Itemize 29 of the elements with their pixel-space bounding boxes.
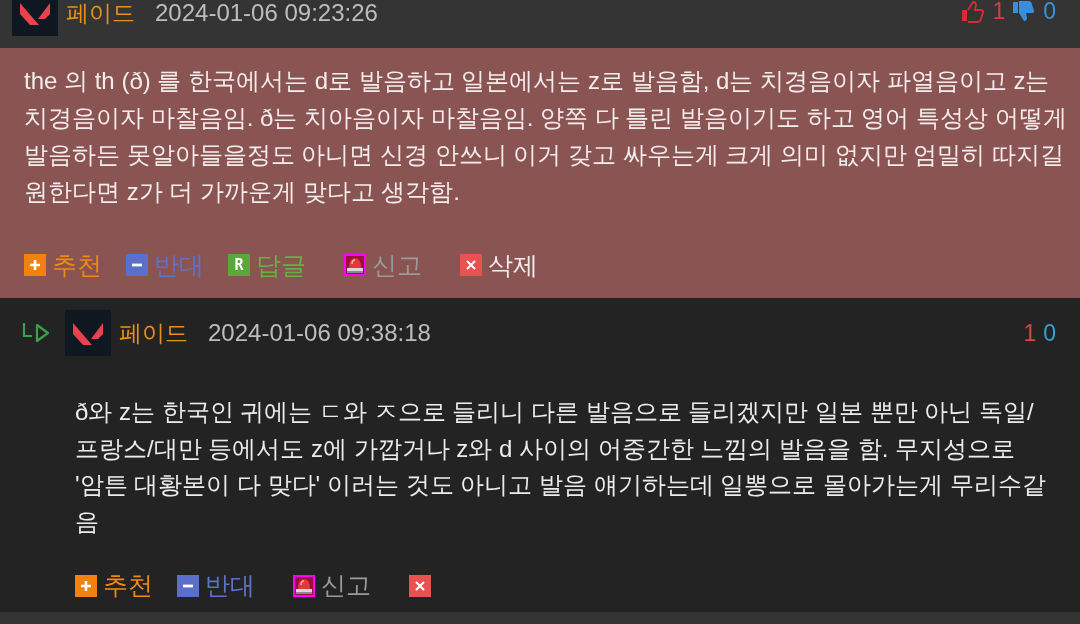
dislike-count: 0 — [1043, 0, 1056, 25]
reply-arrow-icon — [22, 322, 50, 344]
comment-time: 2024-01-06 09:38:18 — [208, 319, 431, 347]
r-letter-icon: R — [228, 254, 250, 276]
like-count: 1 — [992, 0, 1006, 25]
report-button[interactable]: 신고 — [293, 569, 371, 602]
author-name[interactable]: 페이드 — [66, 0, 135, 29]
plus-icon — [24, 254, 46, 276]
author-name[interactable]: 페이드 — [119, 317, 188, 349]
oppose-button[interactable]: 반대 — [177, 569, 255, 602]
thumbs-down-icon[interactable] — [1012, 0, 1037, 23]
delete-button[interactable]: 삭제 — [460, 249, 538, 281]
like-count: 1 — [1023, 319, 1037, 347]
minus-icon — [177, 574, 199, 597]
reply-button[interactable]: R 답글 — [228, 249, 306, 281]
minus-icon — [126, 254, 148, 276]
dislike-count: 0 — [1043, 319, 1056, 347]
x-icon — [409, 574, 431, 597]
avatar-icon — [12, 0, 58, 36]
comment-time: 2024-01-06 09:23:26 — [155, 0, 378, 27]
avatar-icon — [65, 310, 111, 356]
thumbs-up-icon[interactable] — [961, 0, 986, 23]
x-icon — [460, 254, 482, 276]
comment-text: ð와 z는 한국인 귀에는 ㄷ와 ㅈ으로 들리니 다른 발음으로 들리겠지만 일본 뿐만 아닌 독일/프랑스/대만 등에서도 z에 가깝거나 z와 d 사이의 어중간한 느낌의 발음을 함. 무지성으로 '암튼 대황본이 다 맞다' 이러는 것도 아니고 발음 얘기하는데 일뽕으로 몰아가는게 무리수같음 — [75, 397, 1047, 538]
comment-text: the 의 th (ð) 를 한국에서는 d로 발음하고 일본에서는 z로 발음함, d는 치경음이자 파열음이고 z는 치경음이자 마찰음임. ð는 치아음이자 마찰음임. 양쪽 다 틀린 발음이기도 하고 영어 특성상 어떻게 발음하든 못알아들을정도 아니면 신경 안쓰니 이거 갖고 싸우는게 크게 의미 없지만 엄밀히 따지길 원한다면 z가 더 가까운게 맞다고 생각함. — [24, 66, 1068, 207]
siren-icon — [344, 254, 366, 276]
plus-icon — [75, 574, 97, 597]
recommend-button[interactable]: 추천 — [75, 569, 153, 602]
siren-icon — [293, 574, 315, 597]
